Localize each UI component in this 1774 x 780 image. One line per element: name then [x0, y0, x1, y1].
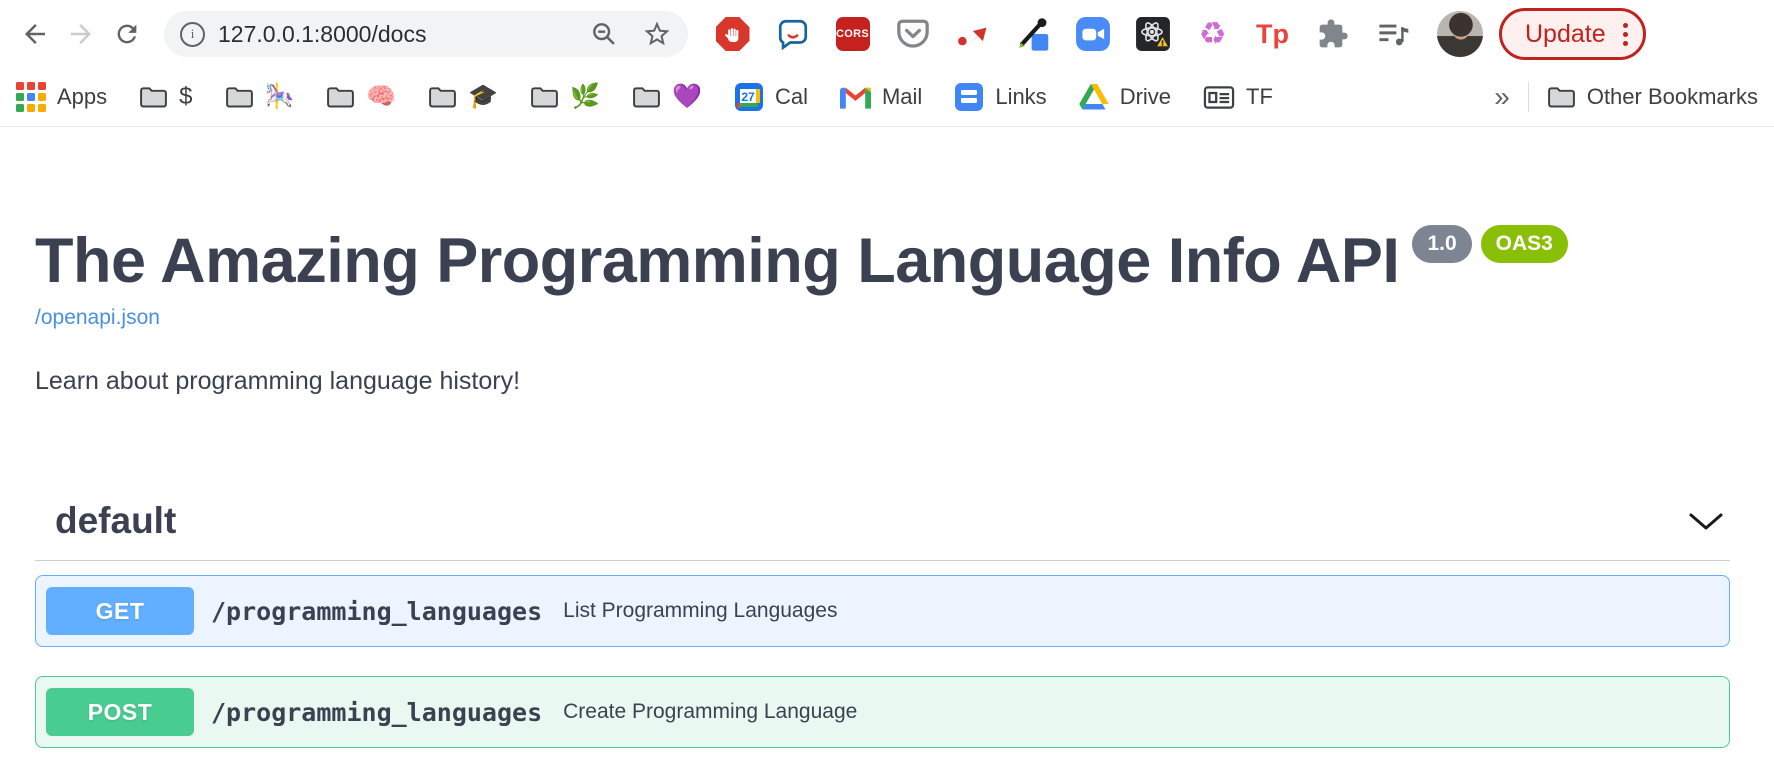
bookmark-mail[interactable]: Mail	[840, 84, 922, 110]
back-icon[interactable]	[12, 11, 58, 57]
card-icon	[1203, 84, 1235, 111]
apps-grid-icon	[16, 82, 46, 112]
folder-icon	[530, 86, 559, 109]
forward-icon[interactable]	[58, 11, 104, 57]
folder-icon	[632, 86, 661, 109]
bookmarks-divider	[1528, 82, 1529, 112]
browser-toolbar: i 127.0.0.1:8000/docs	[0, 0, 1774, 68]
operation-path: /programming_languages	[211, 698, 542, 727]
update-label: Update	[1525, 20, 1606, 49]
operation-summary: List Programming Languages	[563, 599, 837, 623]
operation-get-programming-languages[interactable]: GET /programming_languages List Programm…	[35, 575, 1730, 647]
operation-summary: Create Programming Language	[563, 700, 857, 724]
update-button[interactable]: Update	[1499, 8, 1646, 60]
api-description: Learn about programming language history…	[35, 367, 1730, 396]
folder-icon	[1547, 86, 1576, 109]
address-bar[interactable]: i 127.0.0.1:8000/docs	[164, 11, 688, 57]
version-badge: 1.0	[1412, 225, 1471, 263]
oas3-badge: OAS3	[1481, 225, 1568, 263]
post-method-badge[interactable]: POST	[46, 688, 194, 736]
swagger-docs-page: The Amazing Programming Language Info AP…	[0, 127, 1774, 748]
folder-icon	[139, 86, 168, 109]
cors-extension-icon[interactable]: CORS	[834, 16, 871, 53]
bookmark-folder-purple-heart[interactable]: 💜	[632, 85, 702, 109]
operation-post-programming-languages[interactable]: POST /programming_languages Create Progr…	[35, 676, 1730, 748]
bookmark-folder-brain[interactable]: 🧠	[326, 85, 396, 109]
other-bookmarks[interactable]: Other Bookmarks	[1547, 84, 1758, 110]
bookmark-star-icon[interactable]	[642, 19, 672, 49]
tp-extension-icon[interactable]: Tp	[1254, 16, 1291, 53]
section-header-default[interactable]: default	[35, 500, 1730, 561]
extensions-puzzle-icon[interactable]	[1314, 16, 1351, 53]
bookmark-links[interactable]: Links	[954, 82, 1046, 112]
google-drive-icon	[1079, 84, 1109, 111]
playlist-music-icon[interactable]	[1374, 16, 1411, 53]
folder-icon	[428, 86, 457, 109]
folder-icon	[225, 86, 254, 109]
bookmark-drive[interactable]: Drive	[1079, 84, 1171, 111]
page-info-icon[interactable]: i	[180, 22, 205, 47]
svg-text:27: 27	[741, 90, 755, 104]
pocket-extension-icon[interactable]	[894, 16, 931, 53]
get-method-badge[interactable]: GET	[46, 587, 194, 635]
openapi-json-link[interactable]: /openapi.json	[35, 306, 160, 330]
chat-bubble-extension-icon[interactable]	[774, 16, 811, 53]
zoom-video-extension-icon[interactable]	[1074, 16, 1111, 53]
google-calendar-icon: 27	[734, 82, 764, 112]
chrome-menu-dots-icon[interactable]	[1623, 23, 1628, 46]
gmail-icon	[840, 85, 871, 109]
bookmark-folder-dollar[interactable]: $	[139, 85, 192, 109]
recycle-extension-icon[interactable]: ♻	[1194, 16, 1231, 53]
bookmark-folder-carousel[interactable]: 🎠	[225, 85, 295, 109]
adblock-stop-hand-extension-icon[interactable]	[714, 16, 751, 53]
zoom-out-icon[interactable]	[590, 20, 618, 48]
react-devtools-extension-icon[interactable]	[1134, 16, 1171, 53]
colorzilla-eyedropper-extension-icon[interactable]	[1014, 16, 1051, 53]
bookmarks-overflow-chevron[interactable]: »	[1494, 81, 1510, 113]
profile-avatar[interactable]	[1437, 11, 1483, 57]
links-doc-icon	[954, 82, 984, 112]
bookmark-folder-herb[interactable]: 🌿	[530, 85, 600, 109]
bookmark-calendar[interactable]: 27 Cal	[734, 82, 808, 112]
section-collapse-chevron-icon[interactable]	[1684, 506, 1728, 536]
section-title[interactable]: default	[55, 500, 176, 542]
bookmark-folder-graduation[interactable]: 🎓	[428, 85, 498, 109]
url-text[interactable]: 127.0.0.1:8000/docs	[218, 21, 426, 48]
bookmark-apps[interactable]: Apps	[16, 82, 107, 112]
extensions-row: CORS	[714, 16, 1411, 53]
api-title: The Amazing Programming Language Info AP…	[35, 225, 1399, 297]
redirect-arrow-extension-icon[interactable]	[954, 16, 991, 53]
operation-path: /programming_languages	[211, 597, 542, 626]
bookmark-tf[interactable]: TF	[1203, 84, 1273, 111]
bookmarks-bar: Apps $ 🎠 🧠 🎓 🌿 💜 27 Cal	[0, 68, 1774, 127]
folder-icon	[326, 86, 355, 109]
reload-icon[interactable]	[104, 11, 150, 57]
